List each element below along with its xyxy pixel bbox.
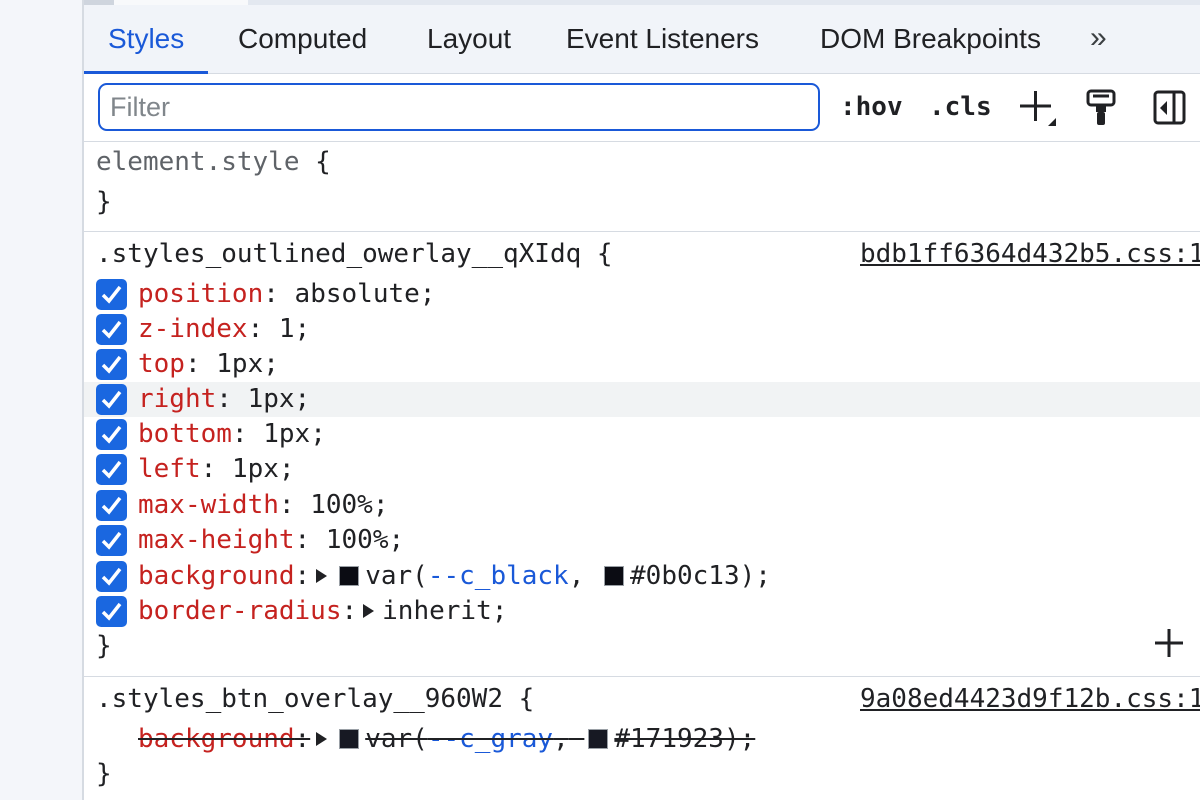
expand-triangle-icon[interactable] [363, 604, 375, 618]
css-value[interactable]: 1; [279, 314, 310, 344]
declaration-checkbox[interactable] [96, 314, 127, 345]
declaration-row[interactable]: right: 1px; [84, 382, 1200, 417]
css-value[interactable]: 100%; [326, 525, 404, 555]
source-link[interactable]: bdb1ff6364d432b5.css:1 [860, 237, 1200, 272]
css-variable[interactable]: --c_gray [428, 724, 553, 754]
left-gutter [0, 0, 82, 800]
devtools-styles-panel: Styles Computed Layout Event Listeners D… [82, 0, 1200, 800]
declaration-checkbox[interactable] [96, 419, 127, 450]
declaration-row[interactable]: position: absolute; [84, 277, 1200, 312]
rule-selector[interactable]: .styles_outlined_owerlay__qXIdq [96, 239, 581, 269]
paint-roller-icon[interactable] [1084, 88, 1120, 133]
source-link[interactable]: 9a08ed4423d9f12b.css:1 [860, 682, 1200, 717]
declaration-row[interactable]: z-index: 1; [84, 312, 1200, 347]
color-swatch[interactable] [339, 729, 360, 749]
toggle-sidebar-icon[interactable] [1152, 88, 1188, 133]
element-style-selector: element.style [96, 147, 300, 177]
declaration-row[interactable]: border-radius: inherit; [84, 594, 1200, 629]
color-swatch[interactable] [588, 729, 609, 749]
css-value[interactable]: 1px; [248, 384, 311, 414]
hov-toggle[interactable]: :hov [840, 74, 903, 142]
declaration-row[interactable]: max-height: 100%; [84, 523, 1200, 558]
css-value[interactable]: 100%; [310, 490, 388, 520]
css-value[interactable]: 1px; [232, 454, 295, 484]
declaration-checkbox[interactable] [96, 596, 127, 627]
declaration-checkbox[interactable] [96, 490, 127, 521]
css-property[interactable]: max-width [138, 490, 279, 520]
rule-selector[interactable]: .styles_btn_overlay__960W2 [96, 684, 503, 714]
css-value[interactable]: #0b0c13); [630, 561, 771, 591]
css-property[interactable]: top [138, 349, 185, 379]
css-property[interactable]: position [138, 279, 263, 309]
declaration-row[interactable]: left: 1px; [84, 452, 1200, 487]
css-rule-outlined-overlay: .styles_outlined_owerlay__qXIdq { bdb1ff… [84, 232, 1200, 677]
plus-icon[interactable] [1018, 88, 1058, 133]
cls-toggle[interactable]: .cls [929, 74, 992, 142]
declaration-checkbox[interactable] [96, 561, 127, 592]
css-property[interactable]: max-height [138, 525, 295, 555]
expand-triangle-icon[interactable] [316, 569, 328, 583]
css-value[interactable]: 1px; [216, 349, 279, 379]
declaration-checkbox[interactable] [96, 454, 127, 485]
css-variable[interactable]: --c_black [428, 561, 569, 591]
more-tabs-button[interactable]: » [1090, 5, 1107, 74]
declaration-checkbox[interactable] [96, 525, 127, 556]
declaration-checkbox[interactable] [96, 349, 127, 380]
tab-layout[interactable]: Layout [427, 5, 511, 74]
color-swatch[interactable] [339, 566, 360, 586]
expand-triangle-icon[interactable] [316, 732, 328, 746]
css-property[interactable]: border-radius [138, 596, 342, 626]
declaration-row[interactable]: max-width: 100%; [84, 488, 1200, 523]
declaration-row[interactable]: top: 1px; [84, 347, 1200, 382]
add-declaration-button[interactable] [1152, 626, 1186, 667]
css-property[interactable]: bottom [138, 419, 232, 449]
declaration-row[interactable]: bottom: 1px; [84, 417, 1200, 452]
tab-dom-breakpoints[interactable]: DOM Breakpoints [820, 5, 1041, 74]
color-swatch[interactable] [604, 566, 625, 586]
filter-input[interactable] [98, 83, 820, 131]
css-value[interactable]: 1px; [263, 419, 326, 449]
css-rule-btn-overlay: .styles_btn_overlay__960W2 { 9a08ed4423d… [84, 677, 1200, 800]
element-style-rule: element.style { } [84, 142, 1200, 232]
tab-computed[interactable]: Computed [238, 5, 367, 74]
css-value[interactable]: #171923); [614, 724, 755, 754]
css-property[interactable]: background [138, 724, 295, 754]
tab-styles[interactable]: Styles [84, 5, 209, 74]
declaration-row[interactable]: background: var(--c_black, #0b0c13); [84, 559, 1200, 594]
css-property[interactable]: background [138, 561, 295, 591]
declaration-checkbox[interactable] [96, 279, 127, 310]
css-value[interactable]: inherit; [382, 596, 507, 626]
overridden-declaration-row[interactable]: background: var(--c_gray, #171923); [84, 722, 1200, 757]
tab-event-listeners[interactable]: Event Listeners [566, 5, 759, 74]
declaration-checkbox[interactable] [96, 384, 127, 415]
css-property[interactable]: left [138, 454, 201, 484]
css-property[interactable]: right [138, 384, 216, 414]
styles-toolbar: :hov .cls [84, 74, 1200, 142]
css-property[interactable]: z-index [138, 314, 248, 344]
tab-bar: Styles Computed Layout Event Listeners D… [84, 5, 1200, 74]
css-value[interactable]: absolute; [295, 279, 436, 309]
